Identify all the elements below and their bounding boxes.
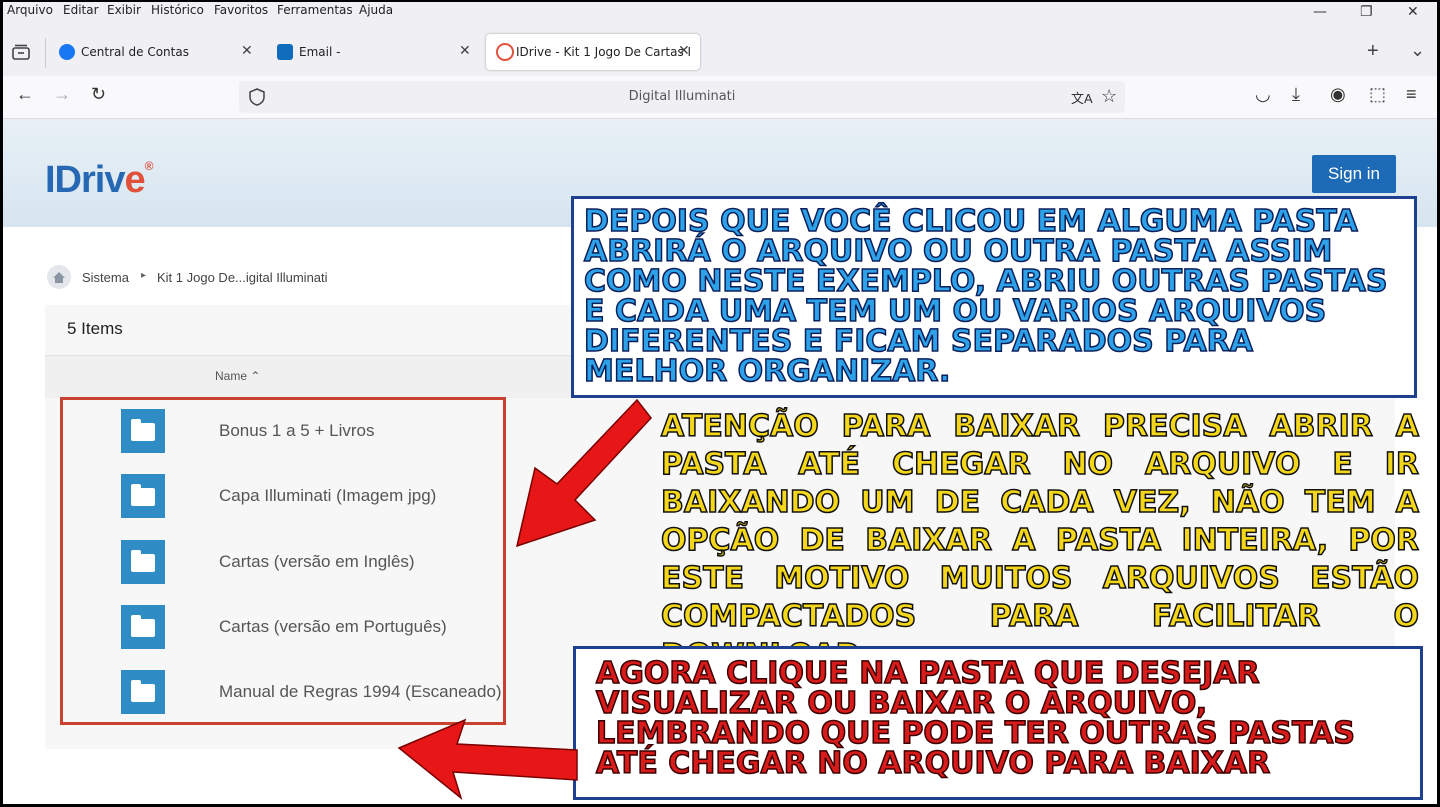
idrive-icon	[496, 43, 514, 61]
logo-registered: ®	[144, 159, 154, 173]
facebook-icon	[59, 44, 75, 60]
minimize-icon[interactable]: —	[1313, 4, 1327, 20]
downloads-icon[interactable]: ⤓	[1292, 84, 1300, 105]
logo-e: e	[124, 159, 145, 201]
bookmark-star-icon[interactable]: ☆	[1101, 86, 1117, 107]
outlook-icon	[277, 44, 293, 60]
menu-bar: Arquivo Editar Exibir Histórico Favorito…	[3, 2, 1437, 22]
tab-divider	[45, 38, 46, 68]
tab-email[interactable]: Email - ✕	[271, 34, 481, 70]
tab-label: Email -	[299, 45, 341, 59]
annotation-download-warning: ATENÇÃO PARA BAIXAR PRECISA ABRIR A PAST…	[660, 408, 1420, 673]
idrive-logo[interactable]: IDrive®	[45, 159, 154, 202]
close-window-icon[interactable]: ✕	[1407, 4, 1419, 20]
name-column-header[interactable]: Name ⌃	[215, 369, 260, 383]
items-count: 5 Items	[67, 319, 123, 338]
translate-icon[interactable]: 文A	[1071, 88, 1093, 107]
list-tabs-icon[interactable]: ⌄	[1410, 40, 1425, 61]
arrow-left-icon	[397, 718, 578, 801]
url-text: Digital Illuminati	[628, 89, 736, 104]
tab-bar: Central de Contas ✕ Email - ✕ IDrive - K…	[3, 22, 1437, 76]
app-menu-icon[interactable]: ≡	[1406, 84, 1417, 105]
breadcrumb-separator-icon: ▸	[141, 270, 147, 281]
menu-exibir[interactable]: Exibir	[107, 3, 141, 17]
close-tab-icon[interactable]: ✕	[241, 43, 253, 59]
pocket-icon[interactable]: ◡	[1255, 84, 1271, 105]
home-icon[interactable]	[47, 265, 71, 289]
forward-icon[interactable]: →	[53, 84, 71, 105]
menu-arquivo[interactable]: Arquivo	[7, 3, 53, 17]
extensions-icon[interactable]: ⬚	[1369, 84, 1386, 105]
logo-text: IDriv	[45, 159, 125, 201]
arrow-down-left-icon	[515, 398, 652, 548]
account-icon[interactable]: ◉	[1330, 84, 1346, 105]
menu-ferramentas[interactable]: Ferramentas	[277, 3, 353, 17]
annotation-folder-structure: DEPOIS QUE VOCÊ CLICOU EM ALGUMA PASTA A…	[571, 196, 1417, 398]
back-icon[interactable]: ←	[16, 84, 34, 105]
restore-icon[interactable]: ❐	[1360, 4, 1373, 20]
browser-window: Arquivo Editar Exibir Histórico Favorito…	[3, 2, 1437, 804]
sign-in-button[interactable]: Sign in	[1312, 155, 1396, 193]
tab-overview-icon[interactable]	[12, 44, 30, 60]
new-tab-icon[interactable]: +	[1367, 40, 1379, 63]
annotation-click-folder: AGORA CLIQUE NA PASTA QUE DESEJAR VISUAL…	[573, 646, 1423, 800]
close-tab-icon[interactable]: ✕	[678, 43, 690, 59]
menu-historico[interactable]: Histórico	[151, 3, 204, 17]
breadcrumb-root[interactable]: Sistema	[82, 270, 129, 285]
tab-label: Central de Contas	[81, 45, 189, 59]
menu-editar[interactable]: Editar	[63, 3, 99, 17]
tab-central-de-contas[interactable]: Central de Contas ✕	[53, 34, 263, 70]
navigation-bar: ← → ↻ Digital Illuminati 文A ☆ ◡ ⤓ ◉ ⬚ ≡	[3, 76, 1437, 119]
tab-idrive[interactable]: IDrive - Kit 1 Jogo De Cartas I ✕	[486, 34, 700, 70]
breadcrumb-current: Kit 1 Jogo De...igital Illuminati	[157, 270, 328, 285]
folder-highlight-box	[60, 397, 506, 725]
close-tab-icon[interactable]: ✕	[459, 43, 471, 59]
tab-label: IDrive - Kit 1 Jogo De Cartas I	[516, 45, 692, 59]
reload-icon[interactable]: ↻	[91, 84, 106, 105]
menu-ajuda[interactable]: Ajuda	[359, 3, 393, 17]
url-bar[interactable]: Digital Illuminati 文A ☆	[239, 81, 1125, 113]
menu-favoritos[interactable]: Favoritos	[214, 3, 268, 17]
